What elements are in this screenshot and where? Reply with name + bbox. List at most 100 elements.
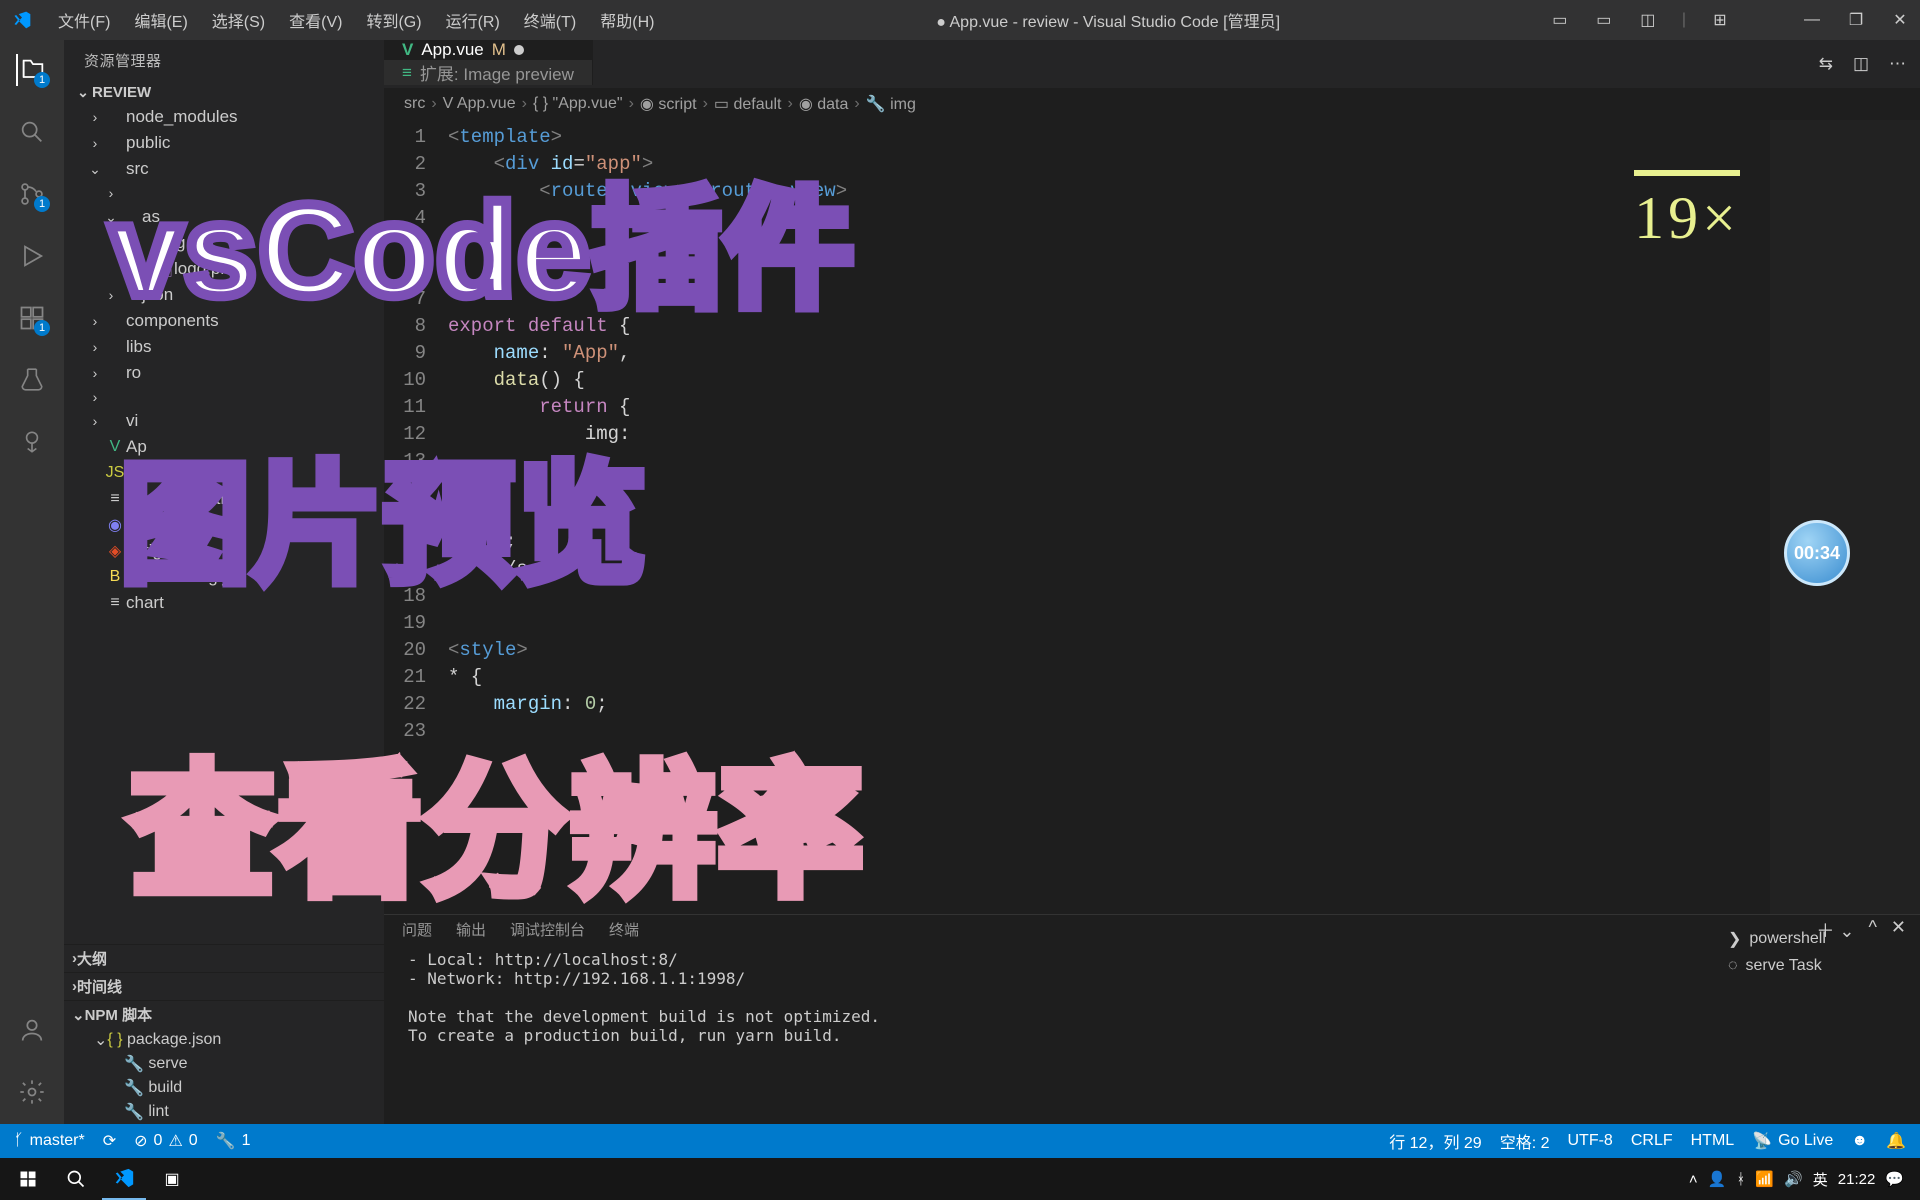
layout-panel-icon[interactable]: ▭ xyxy=(1550,10,1570,30)
npm-script[interactable]: 🔧 serve xyxy=(64,1052,384,1076)
tray-bluetooth-icon[interactable]: ᚼ xyxy=(1736,1171,1745,1188)
language-mode[interactable]: HTML xyxy=(1691,1132,1735,1150)
tray-wifi-icon[interactable]: 📶 xyxy=(1755,1170,1774,1188)
taskbar-vscode-icon[interactable] xyxy=(102,1158,146,1200)
test-icon[interactable] xyxy=(16,364,48,396)
overlay-title-1: vsCode插件 xyxy=(110,185,856,315)
panel-tab[interactable]: 终端 xyxy=(609,919,639,940)
activity-bar: 1 1 1 xyxy=(0,40,64,1124)
menu-item[interactable]: 选择(S) xyxy=(200,14,277,31)
title-bar: 文件(F)编辑(E)选择(S)查看(V)转到(G)运行(R)终端(T)帮助(H)… xyxy=(0,0,1920,40)
git-branch[interactable]: ᚶ master* xyxy=(14,1132,85,1150)
breadcrumb-item[interactable]: ◉ script xyxy=(640,94,697,114)
go-live[interactable]: 📡 Go Live xyxy=(1752,1131,1833,1151)
npm-section[interactable]: ⌄NPM 脚本 xyxy=(64,1000,384,1028)
minimize-icon[interactable]: — xyxy=(1802,10,1822,30)
overlay-timer-badge: 00:34 xyxy=(1784,520,1850,586)
minimap[interactable] xyxy=(1770,120,1920,914)
layout-sidebar-icon[interactable]: ◫ xyxy=(1638,10,1658,30)
more-actions-icon[interactable]: ⋯ xyxy=(1889,54,1906,74)
extensions-badge: 1 xyxy=(34,320,50,336)
folder-item[interactable]: ›ro xyxy=(64,360,384,386)
scm-badge: 1 xyxy=(34,196,50,212)
tree-root[interactable]: ⌄REVIEW xyxy=(64,81,384,104)
explorer-icon[interactable]: 1 xyxy=(16,54,48,86)
terminal-entry[interactable]: ◌serve Task xyxy=(1728,953,1902,979)
bottom-panel: 问题 输出 调试控制台 终端 ＋ ⌄ ^ ✕ - Local: http://loca… xyxy=(384,914,1920,1124)
timeline-section[interactable]: ›时间线 xyxy=(64,972,384,1000)
start-menu-icon[interactable] xyxy=(6,1158,50,1200)
feedback-icon[interactable]: ☻ xyxy=(1851,1132,1868,1150)
breadcrumb[interactable]: src›V App.vue›{ } "App.vue"›◉ script›▭ d… xyxy=(384,88,1920,120)
breadcrumb-item[interactable]: ▭ default xyxy=(714,94,782,114)
menu-item[interactable]: 文件(F) xyxy=(46,14,122,31)
search-icon[interactable] xyxy=(16,116,48,148)
taskbar-search-icon[interactable] xyxy=(54,1158,98,1200)
account-icon[interactable] xyxy=(16,1014,48,1046)
run-debug-icon[interactable] xyxy=(16,240,48,272)
terminal-list: ❯powershell◌serve Task xyxy=(1710,915,1920,1124)
npm-script[interactable]: 🔧 build xyxy=(64,1076,384,1100)
sidebar-title: 资源管理器 xyxy=(64,40,384,81)
menu-item[interactable]: 终端(T) xyxy=(512,14,588,31)
taskbar-terminal-icon[interactable]: ▣ xyxy=(150,1158,194,1200)
npm-package[interactable]: ⌄{ } package.json xyxy=(64,1028,384,1052)
breadcrumb-item[interactable]: { } "App.vue" xyxy=(533,95,623,113)
panel-tab[interactable]: 问题 xyxy=(402,919,432,940)
folder-item[interactable]: ›vi xyxy=(64,408,384,434)
sync-icon[interactable]: ⟳ xyxy=(103,1131,116,1151)
breadcrumb-item[interactable]: 🔧 img xyxy=(866,94,916,114)
layout-panel2-icon[interactable]: ▭ xyxy=(1594,10,1614,30)
menu-item[interactable]: 查看(V) xyxy=(277,14,354,31)
customize-layout-icon[interactable]: ⊞ xyxy=(1710,10,1730,30)
panel-tab[interactable]: 输出 xyxy=(456,919,486,940)
menu-item[interactable]: 运行(R) xyxy=(434,14,512,31)
compare-changes-icon[interactable]: ⇆ xyxy=(1819,54,1833,74)
panel-tab[interactable]: 调试控制台 xyxy=(510,919,585,940)
custom-ext-icon[interactable] xyxy=(16,426,48,458)
menu-item[interactable]: 转到(G) xyxy=(354,14,433,31)
close-icon[interactable]: ✕ xyxy=(1890,10,1910,30)
problems-status[interactable]: ⊘ 0 ⚠ 0 xyxy=(134,1131,198,1151)
eol[interactable]: CRLF xyxy=(1631,1132,1673,1150)
panel-maximize-icon[interactable]: ^ xyxy=(1868,917,1876,943)
outline-section[interactable]: ›大纲 xyxy=(64,944,384,972)
folder-item[interactable]: ›public xyxy=(64,130,384,156)
terminal-output[interactable]: - Local: http://localhost:8/- Network: h… xyxy=(384,944,1710,1124)
breadcrumb-item[interactable]: V App.vue xyxy=(443,95,516,113)
tray-notifications-icon[interactable]: 💬 xyxy=(1885,1170,1904,1188)
npm-script[interactable]: 🔧 lint xyxy=(64,1100,384,1124)
tray-ime[interactable]: 英 xyxy=(1813,1169,1828,1190)
breadcrumb-item[interactable]: src xyxy=(404,95,425,113)
extensions-icon[interactable]: 1 xyxy=(16,302,48,334)
menu-bar: 文件(F)编辑(E)选择(S)查看(V)转到(G)运行(R)终端(T)帮助(H) xyxy=(46,8,666,32)
explorer-badge: 1 xyxy=(34,72,50,88)
menu-item[interactable]: 编辑(E) xyxy=(122,14,199,31)
menu-item[interactable]: 帮助(H) xyxy=(588,14,666,31)
source-control-icon[interactable]: 1 xyxy=(16,178,48,210)
folder-item[interactable]: ›libs xyxy=(64,334,384,360)
settings-gear-icon[interactable] xyxy=(16,1076,48,1108)
cursor-position[interactable]: 行 12，列 29 xyxy=(1389,1129,1482,1153)
editor-tab[interactable]: VApp.vueM xyxy=(384,40,593,60)
windows-taskbar: ▣ ˄ 👤 ᚼ 📶 🔊 英 21:22 💬 xyxy=(0,1158,1920,1200)
editor-tabs: VApp.vueM≡扩展: Image preview ⇆ ◫ ⋯ xyxy=(384,40,1920,88)
panel-close-icon[interactable]: ✕ xyxy=(1891,917,1906,943)
tray-clock[interactable]: 21:22 xyxy=(1838,1171,1876,1188)
tray-volume-icon[interactable]: 🔊 xyxy=(1784,1170,1803,1188)
panel-tabs: 问题输出调试控制台终端 ＋ ⌄ ^ ✕ xyxy=(384,915,1710,944)
ports-status[interactable]: 🔧 1 xyxy=(216,1131,251,1151)
notifications-icon[interactable]: 🔔 xyxy=(1886,1131,1906,1151)
folder-item[interactable]: ›node_modules xyxy=(64,104,384,130)
split-editor-icon[interactable]: ◫ xyxy=(1853,54,1869,74)
breadcrumb-item[interactable]: ◉ data xyxy=(799,94,849,114)
tray-people-icon[interactable]: 👤 xyxy=(1708,1170,1727,1188)
editor-tab[interactable]: ≡扩展: Image preview xyxy=(384,60,593,85)
new-terminal-icon[interactable]: ＋ ⌄ xyxy=(1816,917,1854,943)
tray-chevron-up-icon[interactable]: ˄ xyxy=(1689,1171,1698,1188)
indentation[interactable]: 空格: 2 xyxy=(1500,1129,1550,1153)
maximize-icon[interactable]: ❐ xyxy=(1846,10,1866,30)
folder-item[interactable]: › xyxy=(64,386,384,408)
encoding[interactable]: UTF-8 xyxy=(1568,1132,1613,1150)
system-tray[interactable]: ˄ 👤 ᚼ 📶 🔊 英 21:22 💬 xyxy=(1689,1169,1914,1190)
